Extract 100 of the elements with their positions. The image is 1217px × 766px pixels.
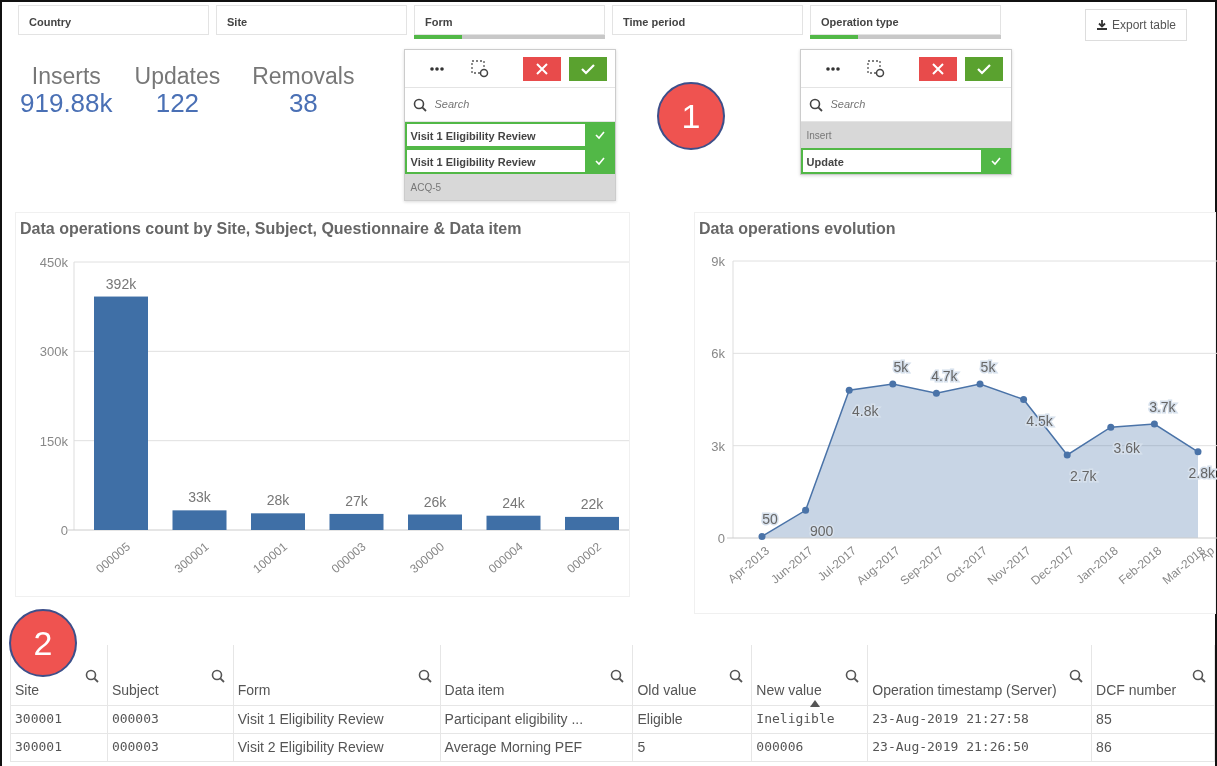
- chart-title: Data operations count by Site, Subject, Questionnaire & Data item: [19, 219, 523, 239]
- data-point: [758, 532, 766, 540]
- check-icon: [594, 130, 605, 140]
- data-point: [976, 380, 984, 388]
- table-cell: 000003: [107, 705, 234, 733]
- chart-title: Data operations evolution: [698, 219, 897, 239]
- bar: [486, 515, 541, 530]
- data-label: 3.7k: [1149, 399, 1176, 416]
- cancel-button[interactable]: [522, 56, 561, 81]
- callout-badge: 1: [657, 82, 725, 150]
- more-icon: [428, 66, 445, 73]
- download-icon: [1095, 19, 1108, 31]
- kpi-value: 919.88k: [20, 89, 113, 118]
- data-point: [1020, 396, 1028, 403]
- close-icon: [534, 61, 549, 76]
- table-cell: 23-Aug-2019 21:27:58: [867, 705, 1092, 733]
- item-label: Visit 1 Eligibility Review: [409, 129, 537, 144]
- search-icon: [845, 669, 860, 684]
- data-label: 4.8k: [851, 403, 879, 420]
- data-label: 5k: [893, 359, 909, 376]
- search-icon: [412, 97, 427, 112]
- data-label: 26k: [423, 493, 447, 510]
- table-cell: Visit 2 Eligibility Review: [233, 733, 441, 761]
- table-cell: 000006: [751, 733, 868, 761]
- data-point: [1150, 420, 1158, 428]
- list-item[interactable]: Update: [800, 148, 1011, 174]
- column-header[interactable]: DCF number: [1096, 681, 1177, 699]
- bar: [565, 516, 619, 530]
- table-cell: 23-Aug-2019 21:26:50: [867, 733, 1092, 761]
- axis-label: 300k: [39, 344, 68, 360]
- column-search-button[interactable]: [210, 667, 225, 684]
- data-label: 2.8k: [1188, 464, 1215, 481]
- table-cell: 5: [633, 733, 752, 761]
- axis-label: 0: [60, 523, 68, 538]
- column-header[interactable]: Form: [237, 681, 271, 699]
- list-item[interactable]: Visit 1 Eligibility Review: [404, 148, 615, 174]
- column-search-button[interactable]: [1069, 667, 1084, 684]
- column-search-button[interactable]: [610, 667, 625, 684]
- search-icon: [610, 669, 625, 684]
- cancel-button[interactable]: [918, 56, 957, 81]
- column-header[interactable]: New value: [756, 681, 822, 699]
- axis-label: 150k: [39, 433, 68, 449]
- search-icon: [1192, 669, 1206, 684]
- column-search-button[interactable]: [1192, 667, 1206, 684]
- table-cell: 85: [1091, 705, 1215, 733]
- data-point: [802, 506, 810, 514]
- axis-label: 3k: [711, 438, 725, 454]
- table-cell: 86: [1091, 733, 1215, 761]
- data-label: 33k: [188, 489, 211, 506]
- check-icon: [594, 156, 605, 166]
- table-cell: Average Morning PEF: [440, 733, 633, 761]
- filter-field[interactable]: Operation type: [810, 5, 1001, 35]
- data-label: 5k: [980, 359, 996, 376]
- column-search-button[interactable]: [845, 667, 860, 684]
- filter-field[interactable]: Site: [216, 5, 407, 35]
- data-point: [932, 389, 940, 397]
- search-icon: [1069, 669, 1084, 684]
- column-header[interactable]: Site: [15, 681, 40, 699]
- column-search-button[interactable]: [729, 667, 744, 684]
- bar: [408, 514, 462, 530]
- data-point: [889, 380, 897, 388]
- table-cell: 300001: [10, 733, 108, 761]
- bar: [172, 510, 227, 530]
- column-header[interactable]: Data item: [444, 681, 505, 699]
- data-point: [1107, 423, 1115, 431]
- bar: [329, 513, 384, 530]
- export-button[interactable]: Export table: [1084, 9, 1187, 41]
- data-label: 3.6k: [1113, 440, 1141, 457]
- check-icon: [579, 61, 596, 76]
- list-item[interactable]: Visit 1 Eligibility Review: [404, 122, 615, 148]
- kpi-label: Removals: [252, 64, 355, 90]
- data-label: 22k: [580, 495, 604, 512]
- filter-field[interactable]: Form: [414, 5, 605, 35]
- table-cell: 000003: [107, 733, 234, 761]
- kpi-label: Updates: [134, 64, 221, 90]
- table-cell: Ineligible: [751, 705, 868, 733]
- table-cell: Participant eligibility ...: [440, 705, 633, 733]
- check-icon: [990, 156, 1001, 166]
- confirm-button[interactable]: [568, 56, 607, 81]
- confirm-button[interactable]: [964, 56, 1003, 81]
- column-search-button[interactable]: [417, 667, 432, 684]
- data-label: 27k: [345, 492, 368, 509]
- search-icon: [729, 669, 744, 684]
- filter-field[interactable]: Country: [18, 5, 209, 35]
- item-label: Update: [805, 155, 845, 170]
- callout-badge: 2: [9, 609, 77, 677]
- filter-field[interactable]: Time period: [612, 5, 803, 35]
- column-header[interactable]: Subject: [111, 681, 159, 699]
- axis-label: 9k: [711, 254, 725, 269]
- data-label: 24k: [502, 494, 525, 511]
- kpi-value: 122: [155, 89, 200, 118]
- column-search-button[interactable]: [84, 667, 99, 684]
- search-icon: [210, 669, 225, 684]
- data-label: 4.7k: [931, 368, 958, 385]
- close-icon: [930, 61, 945, 76]
- table-cell: Eligible: [633, 705, 752, 733]
- selection-tool-icon: [866, 60, 885, 79]
- bar: [251, 513, 305, 530]
- column-header[interactable]: Old value: [637, 681, 697, 699]
- data-point: [1194, 448, 1202, 456]
